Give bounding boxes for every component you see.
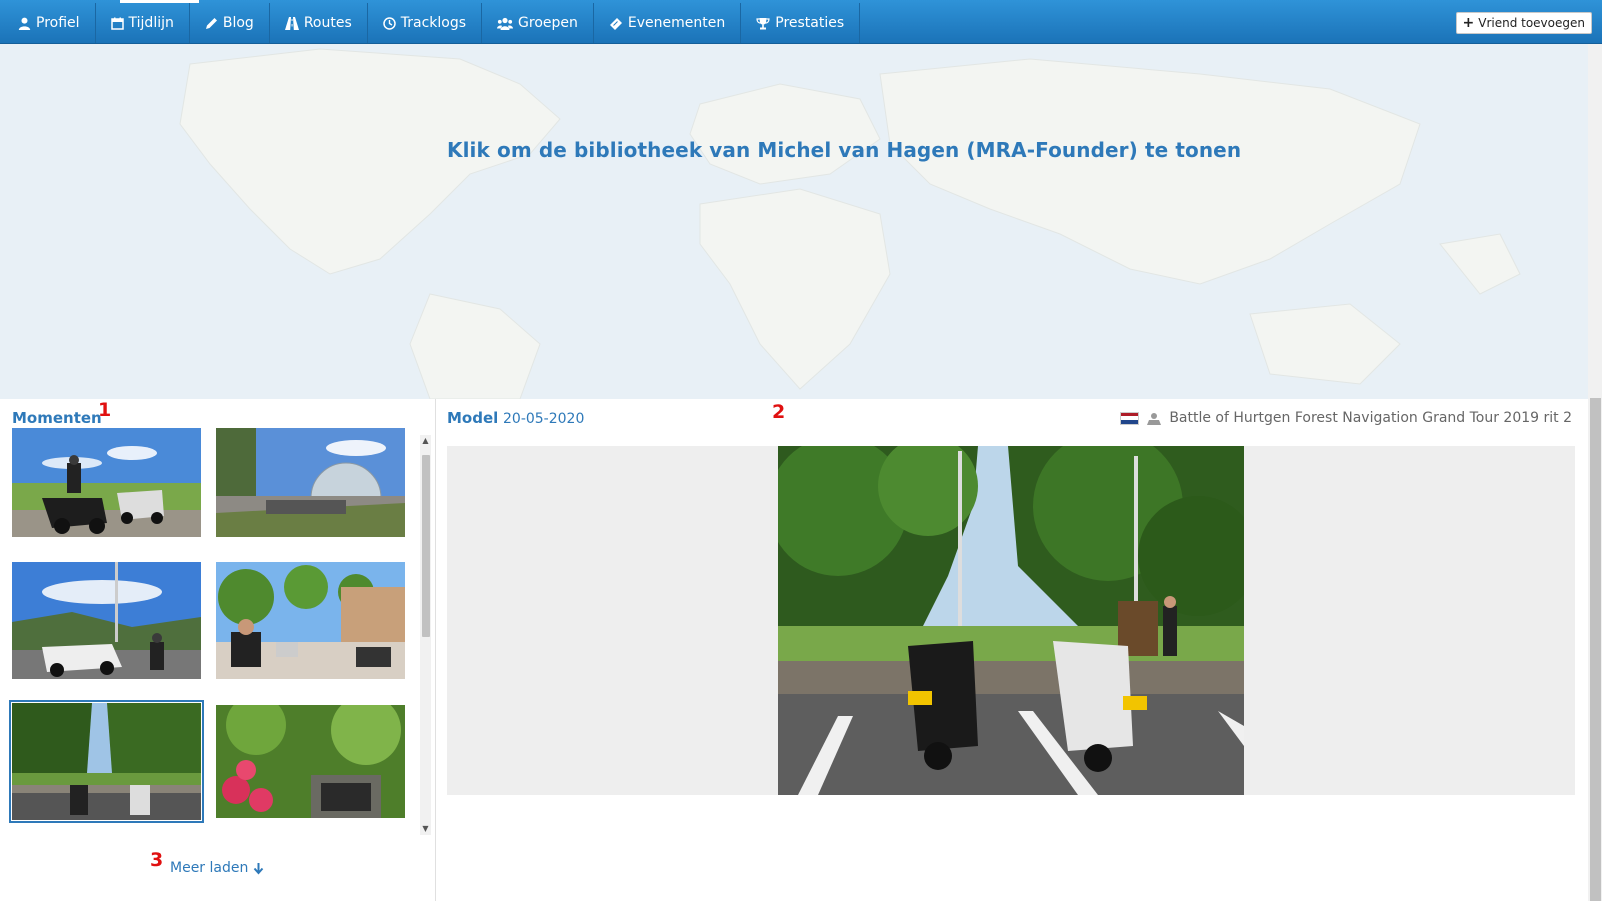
photo-viewer [447, 446, 1575, 795]
moment-thumbnail-selected[interactable] [9, 700, 204, 823]
annotation-marker-2: 2 [772, 401, 786, 423]
nav-item-label: Blog [222, 15, 254, 31]
user-icon [18, 17, 31, 30]
moment-thumbnail[interactable] [216, 705, 405, 818]
tour-title: Battle of Hurtgen Forest Navigation Gran… [1169, 410, 1572, 426]
arrow-down-icon [254, 862, 264, 875]
moment-photo [12, 562, 201, 679]
calendar-icon [110, 17, 124, 30]
model-title: Model [447, 409, 499, 427]
road-icon [284, 16, 299, 30]
main-photo[interactable] [778, 446, 1244, 795]
tour-info[interactable]: Battle of Hurtgen Forest Navigation Gran… [1120, 410, 1572, 426]
add-friend-button[interactable]: + Vriend toevoegen [1455, 12, 1592, 34]
nav-item-label: Prestaties [775, 15, 845, 31]
nav-item-label: Tracklogs [400, 15, 467, 31]
nav-item-label: Evenementen [627, 15, 726, 31]
annotation-marker-3: 3 [150, 849, 164, 871]
moments-panel: Momenten 1 ▲ ▼ 3 Meer laden [0, 399, 436, 901]
app-window: Profiel Tijdlijn Blog Routes Tracklogs G… [0, 0, 1602, 901]
moments-title: Momenten [12, 409, 102, 427]
load-more-label: Meer laden [170, 860, 249, 876]
nav-item-label: Groepen [518, 15, 578, 31]
nav-item-tijdlijn[interactable]: Tijdlijn [96, 0, 200, 43]
page-scroll-thumb[interactable] [1590, 398, 1601, 901]
nav-tabs: Profiel Tijdlijn Blog Routes Tracklogs G… [3, 0, 861, 43]
nav-item-tracklogs[interactable]: Tracklogs [368, 3, 483, 43]
load-more-link[interactable]: Meer laden [170, 860, 265, 876]
library-map-banner[interactable]: Klik om de bibliotheek van Michel van Ha… [0, 44, 1588, 399]
moments-scroll-thumb[interactable] [422, 455, 430, 637]
nav-item-groepen[interactable]: Groepen [482, 3, 594, 43]
trophy-icon [756, 17, 770, 29]
moment-photo [216, 428, 405, 537]
nav-item-evenementen[interactable]: Evenementen [594, 3, 742, 43]
library-banner-text[interactable]: Klik om de bibliotheek van Michel van Ha… [447, 138, 1241, 162]
annotation-marker-1: 1 [98, 399, 112, 421]
moment-photo [12, 428, 201, 537]
nav-item-label: Profiel [36, 15, 80, 31]
moment-photo [216, 705, 405, 818]
pencil-icon [205, 17, 217, 29]
nav-item-label: Routes [303, 15, 352, 31]
top-navbar: Profiel Tijdlijn Blog Routes Tracklogs G… [0, 0, 1602, 44]
ticket-icon [609, 17, 622, 30]
nav-item-routes[interactable]: Routes [270, 3, 368, 43]
moment-thumbnail[interactable] [12, 562, 201, 679]
clock-icon [383, 16, 396, 30]
moment-thumbnail[interactable] [12, 428, 201, 537]
nav-item-profiel[interactable]: Profiel [3, 3, 96, 43]
scroll-down-arrow[interactable]: ▼ [420, 823, 431, 835]
nav-item-label: Tijdlijn [128, 15, 174, 31]
model-panel: Model 20-05-2020 2 Battle of Hurtgen For… [437, 399, 1588, 901]
model-date: 20-05-2020 [503, 411, 585, 427]
scroll-up-arrow[interactable]: ▲ [420, 435, 431, 447]
moment-photo [216, 562, 405, 679]
rider-icon [1147, 412, 1162, 425]
moment-photo [12, 703, 201, 820]
moment-thumbnail[interactable] [216, 562, 405, 679]
main-photo-image [778, 446, 1244, 795]
group-icon [497, 17, 514, 30]
nav-item-prestaties[interactable]: Prestaties [741, 3, 861, 43]
nav-item-blog[interactable]: Blog [190, 3, 270, 43]
netherlands-flag-icon [1120, 411, 1140, 425]
world-map-background [0, 44, 1588, 399]
add-friend-label: Vriend toevoegen [1478, 16, 1585, 30]
plus-icon: + [1462, 15, 1475, 31]
moment-thumbnail[interactable] [216, 428, 405, 537]
